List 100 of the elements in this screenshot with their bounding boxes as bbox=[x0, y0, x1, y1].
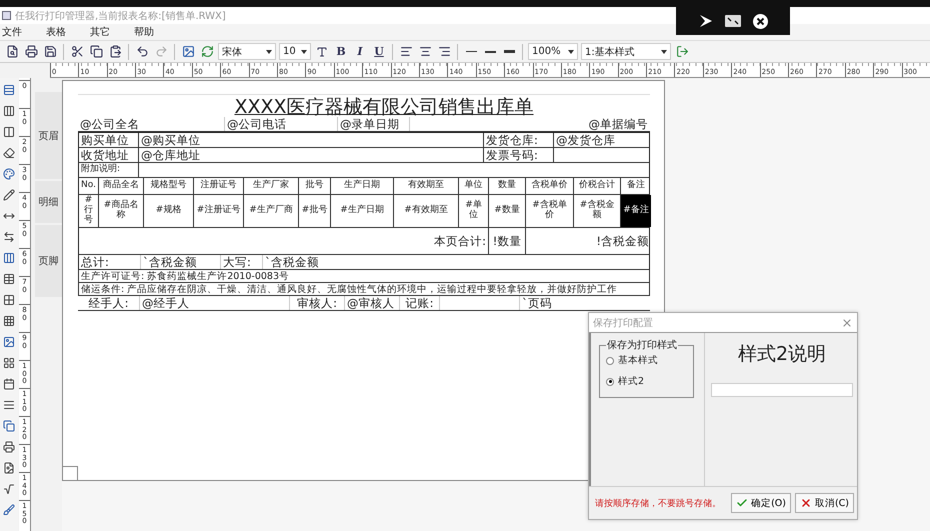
close-button[interactable] bbox=[841, 316, 853, 328]
split-tool[interactable] bbox=[1, 124, 17, 140]
image-tool[interactable] bbox=[1, 334, 17, 350]
align-center-icon bbox=[418, 45, 432, 58]
save-button[interactable] bbox=[42, 44, 58, 60]
check-icon bbox=[736, 497, 748, 509]
calendar-tool[interactable] bbox=[1, 376, 17, 392]
paste-icon bbox=[108, 45, 122, 58]
table-cell[interactable]: #有效期至 bbox=[394, 195, 459, 227]
report-field[interactable]: !含税金额 bbox=[526, 228, 651, 254]
column-header: 生产厂家 bbox=[244, 178, 299, 194]
brush-tool[interactable] bbox=[1, 502, 17, 518]
eraser-tool[interactable] bbox=[1, 145, 17, 161]
table-cell[interactable]: #注册证号 bbox=[194, 195, 244, 227]
close-icon[interactable] bbox=[752, 14, 768, 28]
menu-item[interactable]: 其它 bbox=[90, 25, 110, 39]
report-field[interactable]: `页码 bbox=[520, 296, 650, 310]
caret-icon bbox=[568, 50, 574, 54]
grid-tool[interactable] bbox=[1, 313, 17, 329]
font-select[interactable]: 宋体 bbox=[218, 43, 276, 60]
align-right-icon bbox=[438, 45, 450, 58]
table-cell[interactable]: #数量 bbox=[489, 195, 526, 227]
confirm-button[interactable]: 确定(O) bbox=[731, 493, 791, 513]
section-tab[interactable]: 页脚 bbox=[35, 225, 62, 297]
pencil-tool[interactable] bbox=[1, 187, 17, 203]
report-field[interactable]: @经手人 bbox=[140, 296, 290, 310]
report-field[interactable]: @发货仓库 bbox=[554, 133, 651, 147]
printer-icon bbox=[3, 441, 15, 453]
exit-button[interactable] bbox=[674, 44, 690, 60]
table-icon bbox=[3, 273, 15, 285]
report-field[interactable]: @审核人 bbox=[345, 296, 400, 310]
column-header: 生产日期 bbox=[331, 178, 394, 194]
table-tool[interactable] bbox=[1, 271, 17, 287]
exit-icon bbox=[676, 45, 688, 58]
size-select[interactable]: 10 bbox=[279, 43, 311, 60]
cut-button[interactable] bbox=[69, 44, 85, 60]
pointer-icon[interactable] bbox=[698, 14, 712, 28]
menu-item[interactable]: 表格 bbox=[46, 25, 66, 39]
cancel-button[interactable]: 取消(C) bbox=[794, 493, 854, 513]
copy-button[interactable] bbox=[88, 44, 104, 60]
report-field[interactable]: @仓库地址 bbox=[139, 148, 484, 162]
refresh-button[interactable] bbox=[199, 44, 215, 60]
report-field[interactable]: @购买单位 bbox=[139, 133, 484, 147]
rows-tool[interactable] bbox=[1, 82, 17, 98]
format-button[interactable]: U bbox=[371, 44, 387, 60]
report-field[interactable]: `含税金额 bbox=[141, 255, 221, 269]
menu-item[interactable]: 帮助 bbox=[134, 25, 154, 39]
preview-icon bbox=[6, 45, 18, 58]
palette-tool[interactable] bbox=[1, 166, 17, 182]
undo-icon bbox=[136, 45, 148, 58]
style-select[interactable]: 1:基本样式 bbox=[581, 43, 671, 60]
field-label: 总计: bbox=[79, 255, 141, 269]
table-cell[interactable]: #生产厂商 bbox=[244, 195, 299, 227]
table-cell[interactable]: #批号 bbox=[299, 195, 331, 227]
report-field[interactable]: @录单日期 bbox=[338, 117, 410, 131]
columns-tool[interactable] bbox=[1, 103, 17, 119]
input-field[interactable] bbox=[711, 383, 853, 397]
table-cell[interactable]: #规格 bbox=[144, 195, 194, 227]
printer-tool[interactable] bbox=[1, 439, 17, 455]
columns-tool[interactable] bbox=[1, 250, 17, 266]
style-radio[interactable]: 基本样式 bbox=[606, 354, 687, 367]
field-label: 记账: bbox=[400, 296, 440, 310]
report-field[interactable]: `含税金额 bbox=[263, 255, 651, 269]
rows-icon bbox=[3, 84, 15, 96]
table-cell[interactable]: #生产日期 bbox=[331, 195, 394, 227]
report-field[interactable]: !数量 bbox=[489, 228, 526, 254]
menu-item[interactable]: 文件 bbox=[2, 25, 22, 39]
zoom-select[interactable]: 100% bbox=[528, 43, 578, 60]
section-tab[interactable]: 页眉 bbox=[35, 92, 62, 179]
format-button[interactable]: I bbox=[352, 44, 368, 60]
shrink-icon[interactable] bbox=[724, 15, 740, 27]
table-cell[interactable]: #商品名称 bbox=[99, 195, 144, 227]
report-field[interactable]: @公司电话 bbox=[225, 117, 338, 131]
dialog-title: 保存打印配置 bbox=[593, 316, 653, 330]
image-button[interactable] bbox=[180, 44, 196, 60]
section-tab[interactable]: 明细 bbox=[35, 181, 62, 223]
field-label: 本页合计: bbox=[79, 228, 489, 254]
report-field[interactable]: @单据编号 bbox=[410, 117, 650, 131]
column-header: 有效期至 bbox=[394, 178, 459, 194]
column-header: 商品全名 bbox=[99, 178, 144, 194]
style-radio[interactable]: 样式2 bbox=[606, 375, 687, 388]
table-cell[interactable]: #行号 bbox=[79, 195, 99, 227]
table-cell[interactable]: #含税单价 bbox=[526, 195, 574, 227]
storage-text: 储运条件: 产品应储存在阴凉、干燥、清洁、通风良好、无腐蚀性气体的环境中，运输过程中要轻拿轻放，并做好防护工作 bbox=[78, 283, 650, 296]
table-cell[interactable]: #备注 bbox=[621, 195, 651, 227]
report-field[interactable]: @公司全名 bbox=[78, 117, 225, 131]
format-button[interactable]: B bbox=[333, 44, 349, 60]
cut-icon bbox=[70, 45, 84, 58]
align-left-icon bbox=[400, 45, 412, 58]
style-description: 样式2说明 bbox=[738, 342, 826, 367]
printer-button[interactable] bbox=[23, 44, 39, 60]
close-icon bbox=[841, 316, 853, 328]
layout-icon bbox=[3, 357, 15, 369]
caret-icon bbox=[661, 50, 667, 54]
table-cell[interactable]: #单位 bbox=[459, 195, 489, 227]
caret-icon bbox=[301, 50, 307, 54]
grid-tool[interactable] bbox=[1, 292, 17, 308]
layout-tool[interactable] bbox=[1, 355, 17, 371]
column-header: No. bbox=[79, 178, 99, 194]
copy-tool[interactable] bbox=[1, 418, 17, 434]
